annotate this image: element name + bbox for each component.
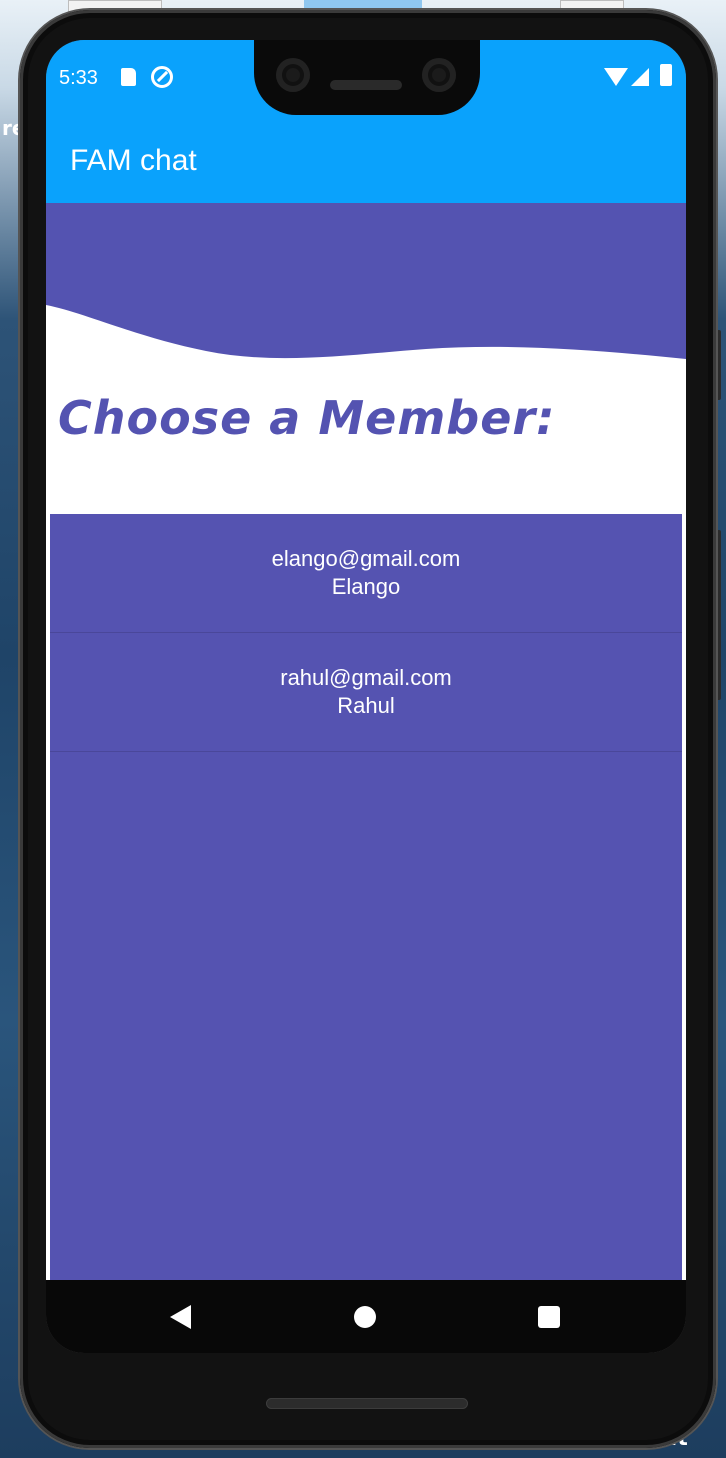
status-time: 5:33 bbox=[59, 67, 98, 89]
front-camera-icon bbox=[276, 58, 310, 92]
main-content: Choose a Member: elango@gmail.com Elango… bbox=[46, 203, 686, 1280]
battery-icon bbox=[660, 64, 672, 86]
front-camera-icon bbox=[422, 58, 456, 92]
bottom-speaker-grille bbox=[266, 1398, 468, 1409]
camera-notch bbox=[254, 40, 480, 115]
app-bar: FAM chat bbox=[46, 124, 686, 203]
home-icon[interactable] bbox=[354, 1306, 376, 1328]
page-heading: Choose a Member: bbox=[58, 391, 556, 445]
member-email: rahul@gmail.com bbox=[280, 665, 452, 690]
data-saver-icon bbox=[151, 66, 173, 88]
member-name: Rahul bbox=[337, 693, 395, 718]
member-list: elango@gmail.com Elango rahul@gmail.com … bbox=[50, 514, 682, 1280]
list-item[interactable]: elango@gmail.com Elango bbox=[50, 514, 682, 633]
sd-card-icon bbox=[121, 68, 136, 86]
earpiece-speaker bbox=[330, 80, 402, 90]
navigation-bar bbox=[46, 1280, 686, 1353]
signal-icon bbox=[631, 68, 649, 86]
wifi-icon bbox=[604, 68, 628, 86]
header-wave bbox=[46, 203, 686, 359]
member-name: Elango bbox=[331, 574, 401, 599]
back-icon[interactable] bbox=[170, 1305, 191, 1329]
list-item[interactable]: rahul@gmail.com Rahul bbox=[50, 633, 682, 752]
member-email: elango@gmail.com bbox=[271, 546, 461, 571]
recent-apps-icon[interactable] bbox=[538, 1306, 560, 1328]
phone-screen: 5:33 FAM chat Choose a Member: elango@gm… bbox=[46, 40, 686, 1353]
app-title: FAM chat bbox=[70, 144, 197, 177]
